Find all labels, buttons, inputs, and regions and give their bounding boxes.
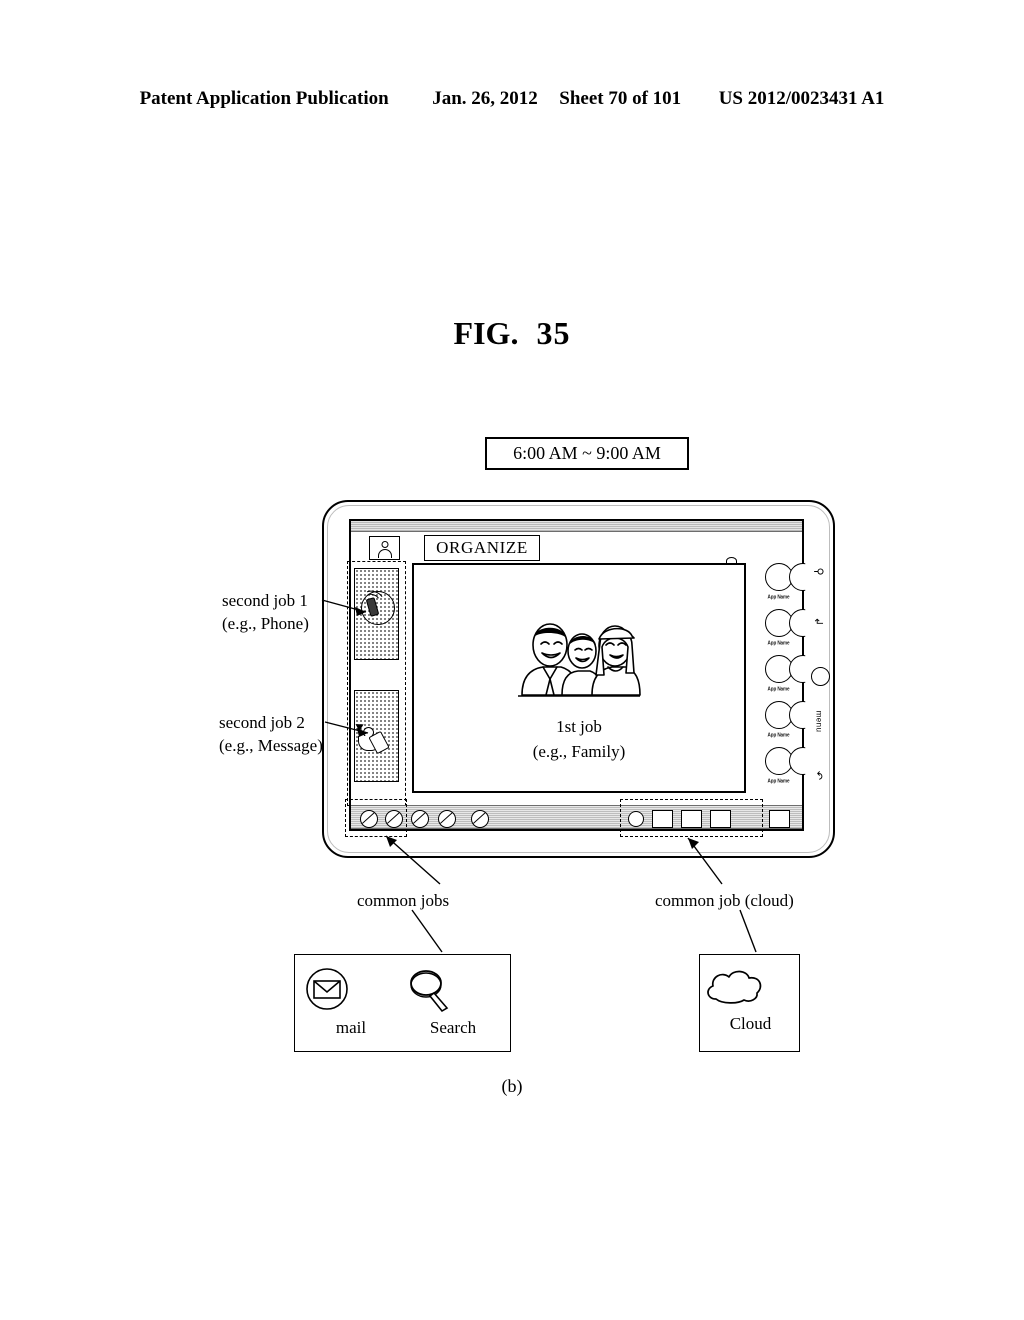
user-avatar-icon[interactable] xyxy=(369,536,400,560)
taskbar-app-icon[interactable] xyxy=(411,810,429,828)
mail-icon xyxy=(306,968,348,1010)
sheet-number: Sheet 70 of 101 xyxy=(559,88,682,109)
app-name-label: App Name xyxy=(767,777,790,784)
annotation-second-job-1: second job 1 (e.g., Phone) xyxy=(222,590,309,636)
app-shortcut-column: App Name App Name App Name App Name App … xyxy=(755,563,806,793)
annotation-second-job-2: second job 2 (e.g., Message) xyxy=(219,712,323,758)
common-job-cloud-dashed-highlight xyxy=(620,799,763,837)
second-job-1-thumbnail[interactable] xyxy=(354,568,399,660)
app-icon-circle xyxy=(764,655,793,683)
cloud-icon xyxy=(707,970,762,1004)
app-name-label: App Name xyxy=(767,639,790,646)
content-panel-clip-icon xyxy=(726,557,737,565)
patent-number: US 2012/0023431 A1 xyxy=(718,88,885,109)
common-job-cloud-label: Cloud xyxy=(729,1014,772,1033)
annotation-common-job-cloud: common job (cloud) xyxy=(655,891,794,910)
subfigure-label: (b) xyxy=(501,1076,523,1096)
organize-label: ORGANIZE xyxy=(436,538,528,557)
common-jobs-detail-box: mail Search xyxy=(294,954,511,1052)
app-name-label: App Name xyxy=(767,731,790,738)
first-job-content-panel[interactable]: 1st job (e.g., Family) xyxy=(412,563,746,793)
app-icon-circle xyxy=(764,701,793,729)
search-glyph: ⚲ xyxy=(812,567,825,576)
menu-icon[interactable]: menu xyxy=(806,711,832,733)
app-icon-circle xyxy=(764,747,793,775)
device-hardware-buttons: ⚲ ↲ menu ↶ xyxy=(806,519,832,831)
first-job-caption-line1: 1st job xyxy=(556,717,602,736)
time-range-box: 6:00 AM ~ 9:00 AM xyxy=(485,437,689,470)
annotation-second-job-2-line1: second job 2 xyxy=(219,713,305,732)
taskbar-app-icon[interactable] xyxy=(471,810,489,828)
common-job-mail-label: mail xyxy=(335,1018,367,1037)
cloud-detail-box: Cloud xyxy=(699,954,800,1052)
annotation-second-job-1-line1: second job 1 xyxy=(222,591,308,610)
avatar-body-shape xyxy=(377,549,392,558)
figure-title: FIG. 35 xyxy=(0,315,1024,352)
taskbar-extra-slot[interactable] xyxy=(769,810,790,828)
app-icon-circle xyxy=(764,563,793,591)
taskbar-app-icon[interactable] xyxy=(438,810,456,828)
annotation-second-job-1-line2: (e.g., Phone) xyxy=(222,613,309,633)
search-magnifier-icon xyxy=(410,970,449,1013)
publication-header: Patent Application Publication Jan. 26, … xyxy=(0,88,1024,110)
first-job-caption-line2: (e.g., Family) xyxy=(532,741,626,761)
screen-status-bar xyxy=(351,521,802,532)
back-arrow-icon[interactable]: ↲ xyxy=(806,615,832,628)
app-icon-circle xyxy=(764,609,793,637)
avatar-head-shape xyxy=(381,541,388,548)
common-jobs-dashed-highlight xyxy=(345,799,407,837)
annotation-second-job-2-line2: (e.g., Message) xyxy=(219,735,323,755)
app-name-label: App Name xyxy=(767,593,790,600)
family-photo-icon xyxy=(414,617,744,697)
return-arrow-icon[interactable]: ↶ xyxy=(806,769,832,782)
figure-number: 35 xyxy=(536,315,571,351)
publication-title: Patent Application Publication xyxy=(139,88,389,109)
first-job-caption: 1st job (e.g., Family) xyxy=(414,715,744,764)
organize-title-box[interactable]: ORGANIZE xyxy=(424,535,540,561)
app-name-label: App Name xyxy=(767,685,790,692)
search-icon[interactable]: ⚲ xyxy=(806,565,832,578)
figure-label: FIG. xyxy=(453,315,519,351)
back-arrow-glyph: ↲ xyxy=(812,616,825,627)
publication-date: Jan. 26, 2012 xyxy=(432,88,538,109)
menu-label: menu xyxy=(814,710,824,733)
common-job-mail[interactable]: mail xyxy=(303,965,399,1038)
home-circle-icon[interactable] xyxy=(811,667,830,686)
common-job-cloud[interactable]: Cloud xyxy=(702,965,799,1034)
common-job-search-label: Search xyxy=(429,1018,477,1037)
common-job-search[interactable]: Search xyxy=(405,965,501,1038)
time-range-label: 6:00 AM ~ 9:00 AM xyxy=(513,443,661,463)
annotation-common-jobs: common jobs xyxy=(357,891,450,910)
return-arrow-glyph: ↶ xyxy=(812,770,825,781)
second-job-2-thumbnail[interactable] xyxy=(354,690,399,782)
